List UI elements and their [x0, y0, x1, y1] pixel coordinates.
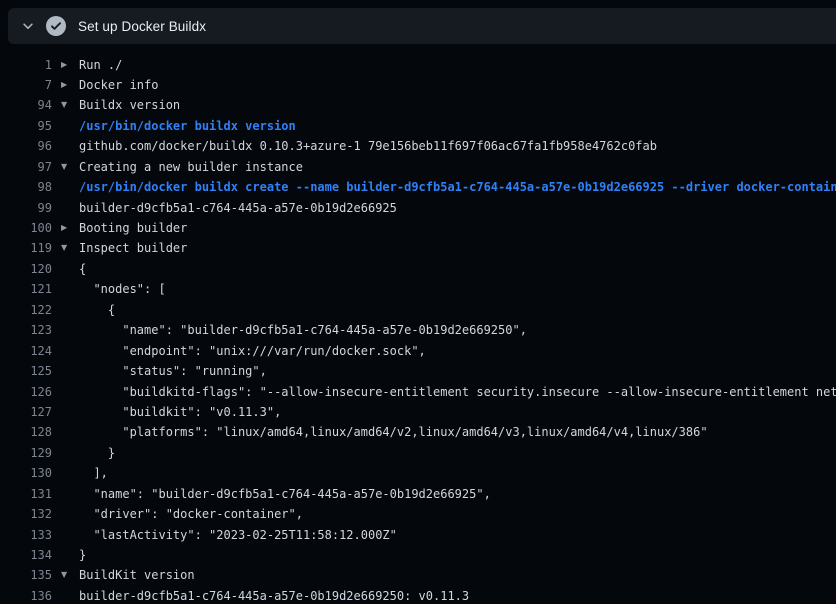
line-number[interactable]: 94 [0, 95, 52, 115]
log-output-text: "buildkitd-flags": "--allow-insecure-ent… [79, 382, 836, 402]
line-number[interactable]: 124 [0, 341, 52, 361]
log-line: 95/usr/bin/docker buildx version [0, 116, 836, 136]
log-line: 136 builder-d9cfb5a1-c764-445a-a57e-0b19d… [0, 586, 836, 604]
chevron-down-icon[interactable]: ▼ [61, 157, 75, 177]
log-line: 131 "name": "builder-d9cfb5a1-c764-445a-… [0, 484, 836, 504]
line-number[interactable]: 98 [0, 177, 52, 197]
log-output-text: "buildkit": "v0.11.3", [79, 402, 281, 422]
line-number[interactable]: 128 [0, 422, 52, 442]
log-line: 127 "buildkit": "v0.11.3", [0, 402, 836, 422]
line-number[interactable]: 100 [0, 218, 52, 238]
log-line: 119 ▼Inspect builder [0, 238, 836, 258]
log-output-text: "platforms": "linux/amd64,linux/amd64/v2… [79, 422, 708, 442]
log-output-text: "lastActivity": "2023-02-25T11:58:12.000… [79, 525, 397, 545]
log-line: 130 ], [0, 463, 836, 483]
line-number[interactable]: 135 [0, 565, 52, 585]
line-number[interactable]: 95 [0, 116, 52, 136]
log-line: 134} [0, 545, 836, 565]
log-group-title[interactable]: ▼Inspect builder [79, 238, 187, 258]
log-output-text: builder-d9cfb5a1-c764-445a-a57e-0b19d2e6… [79, 586, 469, 604]
log-group-title[interactable]: ▼BuildKit version [79, 565, 195, 585]
log-line: 124 "endpoint": "unix:///var/run/docker.… [0, 341, 836, 361]
chevron-right-icon[interactable]: ▶ [61, 218, 75, 238]
line-number[interactable]: 99 [0, 198, 52, 218]
line-number[interactable]: 126 [0, 382, 52, 402]
log-line: 121 "nodes": [ [0, 279, 836, 299]
log-line: 97 ▼Creating a new builder instance [0, 157, 836, 177]
log-output-text: github.com/docker/buildx 0.10.3+azure-1 … [79, 136, 657, 156]
chevron-down-icon[interactable]: ▼ [61, 238, 75, 258]
log-line: 100 ▶Booting builder [0, 218, 836, 238]
line-number[interactable]: 132 [0, 504, 52, 524]
log-line: 135 ▼BuildKit version [0, 565, 836, 585]
log-line: 128 "platforms": "linux/amd64,linux/amd6… [0, 422, 836, 442]
log-line: 133 "lastActivity": "2023-02-25T11:58:12… [0, 525, 836, 545]
line-number[interactable]: 1 [0, 55, 52, 75]
log-line: 126 "buildkitd-flags": "--allow-insecure… [0, 382, 836, 402]
log-line: 96 github.com/docker/buildx 0.10.3+azure-… [0, 136, 836, 156]
line-number[interactable]: 134 [0, 545, 52, 565]
log-line: 94 ▼Buildx version [0, 95, 836, 115]
line-number[interactable]: 131 [0, 484, 52, 504]
log-output-text: "name": "builder-d9cfb5a1-c764-445a-a57e… [79, 484, 491, 504]
log-line: 132 "driver": "docker-container", [0, 504, 836, 524]
log-output-text: { [79, 259, 86, 279]
log-output-text: "endpoint": "unix:///var/run/docker.sock… [79, 341, 426, 361]
chevron-down-icon[interactable] [21, 19, 35, 33]
log-line: 122 { [0, 300, 836, 320]
line-number[interactable]: 136 [0, 586, 52, 604]
line-number[interactable]: 125 [0, 361, 52, 381]
log-line: 129 } [0, 443, 836, 463]
log-output-text: } [79, 443, 115, 463]
log-line: 98/usr/bin/docker buildx create --name b… [0, 177, 836, 197]
chevron-right-icon[interactable]: ▶ [61, 75, 75, 95]
log-output: 1▶Run ./7▶Docker info94▼Buildx version95… [0, 44, 836, 604]
log-group-title[interactable]: ▶Run ./ [79, 55, 122, 75]
log-output-text: } [79, 545, 86, 565]
line-number[interactable]: 96 [0, 136, 52, 156]
log-output-text: ], [79, 463, 108, 483]
chevron-right-icon[interactable]: ▶ [61, 55, 75, 75]
line-number[interactable]: 123 [0, 320, 52, 340]
log-command-text: /usr/bin/docker buildx create --name bui… [79, 177, 836, 197]
log-output-text: "status": "running", [79, 361, 267, 381]
log-output-text: "driver": "docker-container", [79, 504, 303, 524]
log-line: 123 "name": "builder-d9cfb5a1-c764-445a-… [0, 320, 836, 340]
line-number[interactable]: 121 [0, 279, 52, 299]
log-group-title[interactable]: ▼Buildx version [79, 95, 180, 115]
line-number[interactable]: 120 [0, 259, 52, 279]
line-number[interactable]: 119 [0, 238, 52, 258]
check-circle-icon [46, 16, 66, 36]
log-group-title[interactable]: ▶Booting builder [79, 218, 187, 238]
line-number[interactable]: 130 [0, 463, 52, 483]
log-line: 125 "status": "running", [0, 361, 836, 381]
log-line: 120 { [0, 259, 836, 279]
line-number[interactable]: 7 [0, 75, 52, 95]
log-output-text: "name": "builder-d9cfb5a1-c764-445a-a57e… [79, 320, 527, 340]
log-output-text: "nodes": [ [79, 279, 166, 299]
log-line: 7 ▶Docker info [0, 75, 836, 95]
log-group-title[interactable]: ▶Docker info [79, 75, 158, 95]
log-output-text: { [79, 300, 115, 320]
line-number[interactable]: 129 [0, 443, 52, 463]
line-number[interactable]: 122 [0, 300, 52, 320]
chevron-down-icon[interactable]: ▼ [61, 95, 75, 115]
log-group-title[interactable]: ▼Creating a new builder instance [79, 157, 303, 177]
log-line: 1 ▶Run ./ [0, 55, 836, 75]
step-title: Set up Docker Buildx [78, 19, 206, 34]
step-header[interactable]: Set up Docker Buildx [8, 8, 836, 44]
line-number[interactable]: 133 [0, 525, 52, 545]
log-command-text: /usr/bin/docker buildx version [79, 116, 296, 136]
line-number[interactable]: 127 [0, 402, 52, 422]
log-line: 99 builder-d9cfb5a1-c764-445a-a57e-0b19d2… [0, 198, 836, 218]
log-output-text: builder-d9cfb5a1-c764-445a-a57e-0b19d2e6… [79, 198, 397, 218]
line-number[interactable]: 97 [0, 157, 52, 177]
chevron-down-icon[interactable]: ▼ [61, 565, 75, 585]
